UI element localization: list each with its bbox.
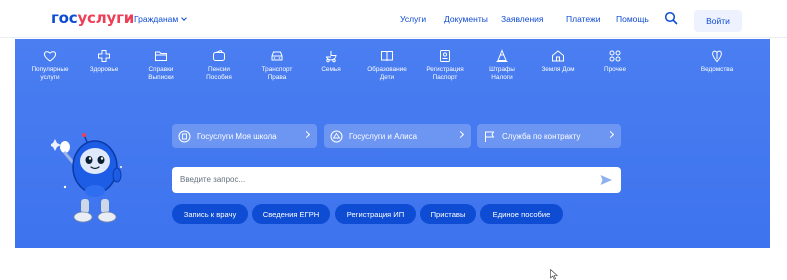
category-fines[interactable]: Штрафы Налоги [472,49,532,82]
hero-panel: Популярные услуги Здоровье Справки Выписки… [15,39,770,248]
category-agencies[interactable]: Ведомства [687,49,747,74]
category-label: Популярные [31,66,69,73]
audience-dropdown[interactable]: Гражданам [134,14,188,24]
promo-contract-button[interactable]: Служба по контракту [477,124,621,148]
traffic-cone-icon [496,49,508,62]
category-label: Прочее [604,66,626,73]
heart-icon [43,51,57,62]
category-family[interactable]: Семья [301,49,361,74]
quick-link-unified-allowance[interactable]: Единое пособие [480,204,563,224]
category-label: Образование [367,66,407,73]
nav-services[interactable]: Услуги [400,14,426,24]
gosuslugi-logo[interactable]: госуслуги [51,9,134,27]
category-education[interactable]: Образование Дети [357,49,417,82]
quick-link-doctor[interactable]: Запись к врачу [172,204,248,224]
quick-link-egrn[interactable]: Сведения ЕГРН [252,204,330,224]
category-transport[interactable]: Транспорт Права [247,49,307,82]
category-sublabel: Дети [379,74,395,81]
category-popular[interactable]: Популярные услуги [20,49,80,82]
search-icon[interactable] [664,11,678,25]
quick-link-ip-registration[interactable]: Регистрация ИП [335,204,416,224]
category-label: Семья [321,66,341,73]
school-badge-icon [178,130,191,142]
stroller-icon [325,51,337,63]
category-sublabel: Паспорт [432,74,458,81]
flag-icon [485,131,495,142]
audience-label: Гражданам [134,14,179,24]
search-input[interactable]: Введите запрос... [172,167,621,193]
category-registration[interactable]: Регистрация Паспорт [415,49,475,82]
category-sublabel: Пособия [206,74,232,81]
category-pensions[interactable]: Пенсии Пособия [189,49,249,82]
category-label: Здоровье [89,66,119,73]
quick-link-bailiffs[interactable]: Приставы [420,204,476,224]
category-label: Регистрация [426,66,464,73]
category-sublabel: Налоги [491,74,513,81]
category-land-house[interactable]: Земля Дом [528,49,588,74]
category-other[interactable]: Прочее [585,49,645,74]
category-sublabel: услуги [40,74,60,81]
category-label: Справки [148,66,174,73]
promo-school-label: Госуслуги Моя школа [197,131,277,141]
nav-help[interactable]: Помощь [616,14,649,24]
promo-alice-label: Госуслуги и Алиса [349,131,418,141]
chevron-right-icon [456,130,465,139]
category-label: Транспорт [261,66,293,73]
category-label: Земля Дом [541,66,575,73]
nav-documents[interactable]: Документы [444,14,488,24]
grid-icon [609,50,621,62]
search-placeholder: Введите запрос... [180,175,246,184]
passport-icon [440,50,450,62]
nav-payments[interactable]: Платежи [566,14,600,24]
alice-icon [330,130,343,142]
category-sublabel: Выписки [148,74,174,81]
top-header: госуслуги Гражданам Услуги Документы Зая… [0,0,787,38]
house-icon [552,50,564,62]
folder-icon [155,51,167,61]
promo-contract-label: Служба по контракту [502,131,581,141]
category-certificates[interactable]: Справки Выписки [131,49,191,82]
emblem-icon [712,50,722,63]
nav-applications[interactable]: Заявления [501,14,544,24]
category-label: Пенсии [207,66,230,73]
robot-mascot-icon [51,133,122,223]
chevron-down-icon [181,15,188,21]
mouse-cursor-icon [550,269,558,280]
promo-school-button[interactable]: Госуслуги Моя школа [172,124,317,148]
category-health[interactable]: Здоровье [74,49,134,74]
category-sublabel: Права [267,74,287,81]
category-label: Ведомства [700,66,734,73]
promo-alice-button[interactable]: Госуслуги и Алиса [324,124,471,148]
send-arrow-icon[interactable] [599,173,613,187]
logo-text-part2: услуги [77,9,135,27]
chevron-right-icon [606,130,615,139]
logo-text-part1: гос [51,9,78,27]
category-label: Штрафы [489,66,515,73]
medical-cross-icon [98,50,110,62]
book-icon [381,51,393,62]
chevron-right-icon [302,130,311,139]
car-icon [271,51,283,61]
wallet-icon [213,49,225,61]
login-button[interactable]: Войти [694,10,742,32]
